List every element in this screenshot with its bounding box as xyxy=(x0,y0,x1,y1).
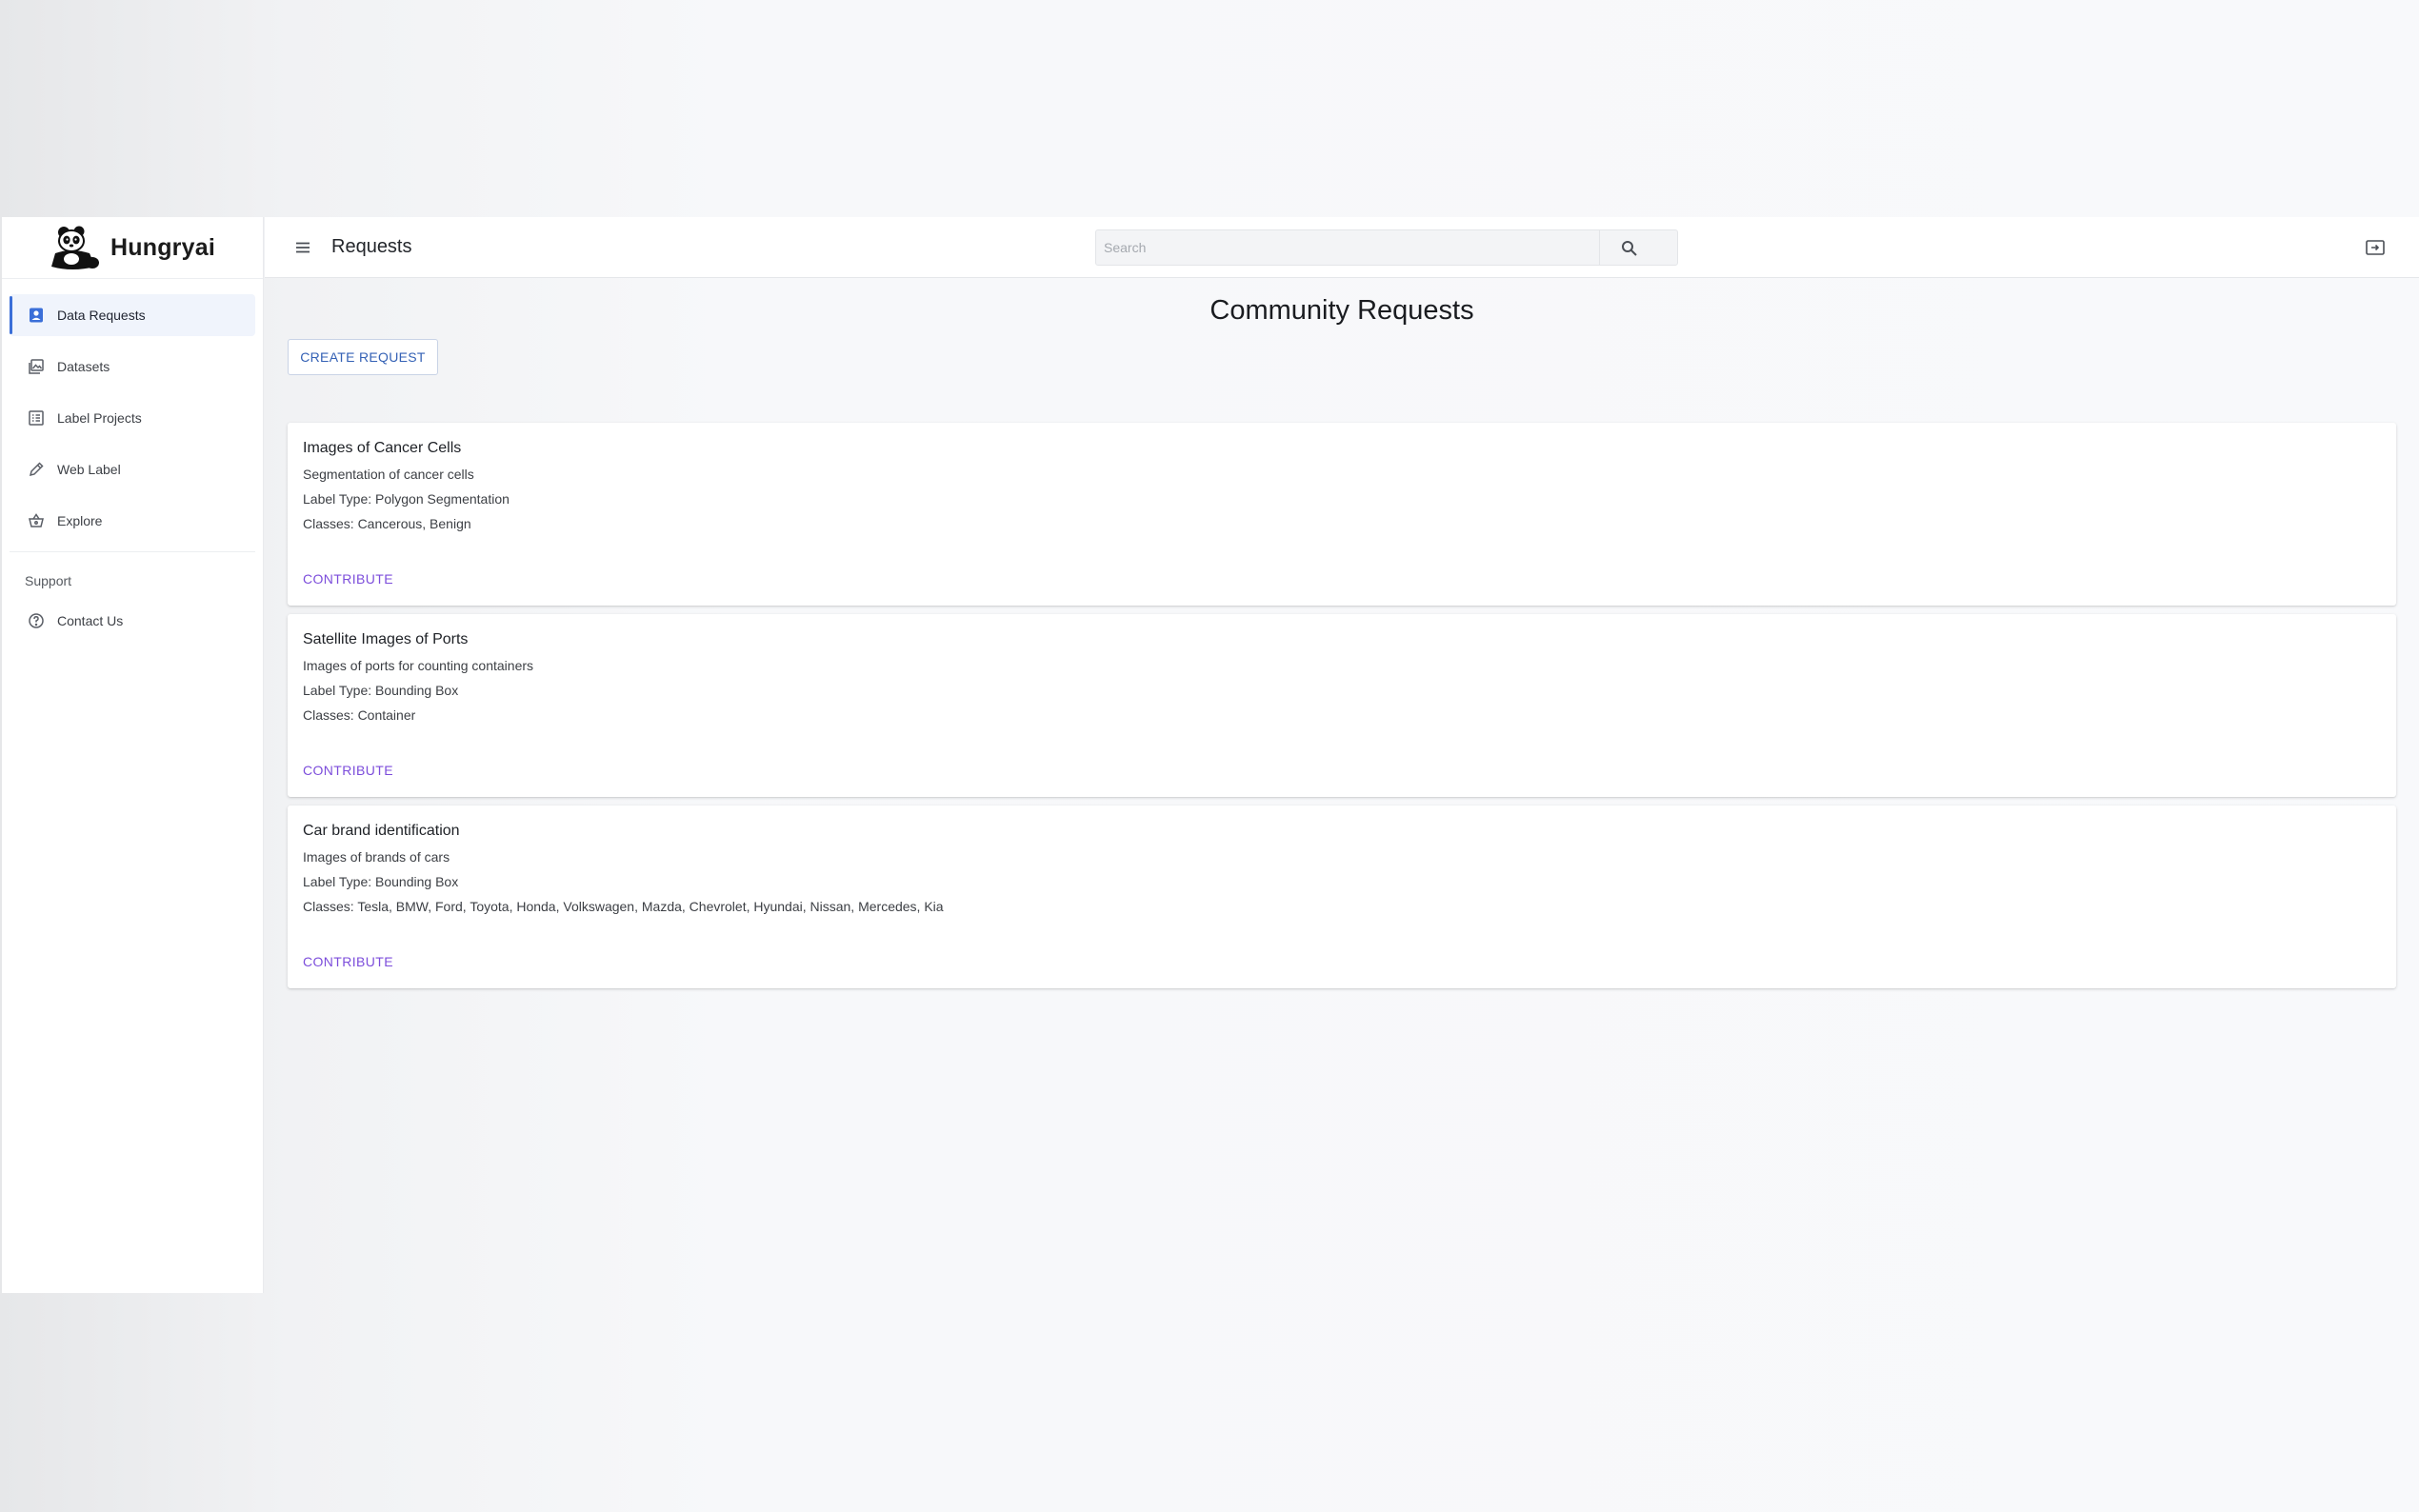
request-label-type: Label Type: Polygon Segmentation xyxy=(303,491,510,507)
sidebar-nav: Data Requests Datasets Label Projects We… xyxy=(2,279,263,542)
sidebar-item-label: Label Projects xyxy=(57,410,142,426)
person-badge-icon xyxy=(27,306,46,325)
sidebar-item-label: Web Label xyxy=(57,462,121,477)
request-card: Car brand identification Images of brand… xyxy=(288,806,2396,988)
contribute-button[interactable]: CONTRIBUTE xyxy=(303,763,393,778)
search-divider xyxy=(1599,230,1600,265)
basket-icon xyxy=(27,511,46,530)
contribute-button[interactable]: CONTRIBUTE xyxy=(303,571,393,587)
sidebar: Hungryai Data Requests Datasets Label Pr… xyxy=(2,217,264,1293)
sidebar-item-contact-us[interactable]: Contact Us xyxy=(10,600,255,642)
sidebar-item-explore[interactable]: Explore xyxy=(10,500,255,542)
sidebar-divider xyxy=(10,551,255,552)
request-title: Car brand identification xyxy=(303,823,460,839)
page-title: Requests xyxy=(331,236,412,257)
search-box xyxy=(1095,229,1678,266)
request-card: Satellite Images of Ports Images of port… xyxy=(288,614,2396,797)
pencil-icon xyxy=(27,460,46,479)
sidebar-item-label-projects[interactable]: Label Projects xyxy=(10,397,255,439)
create-request-button[interactable]: CREATE REQUEST xyxy=(288,339,438,375)
request-description: Images of ports for counting containers xyxy=(303,658,534,673)
request-classes: Classes: Cancerous, Benign xyxy=(303,516,471,531)
request-classes: Classes: Container xyxy=(303,707,416,723)
sidebar-item-datasets[interactable]: Datasets xyxy=(10,346,255,388)
request-card: Images of Cancer Cells Segmentation of c… xyxy=(288,423,2396,606)
request-title: Images of Cancer Cells xyxy=(303,440,462,456)
contribute-button[interactable]: CONTRIBUTE xyxy=(303,954,393,969)
top-bar: Requests xyxy=(265,217,2419,278)
hamburger-menu-icon[interactable] xyxy=(291,236,314,259)
request-description: Images of brands of cars xyxy=(303,849,450,865)
sidebar-item-label: Explore xyxy=(57,513,103,528)
search-icon[interactable] xyxy=(1620,239,1639,258)
sidebar-item-web-label[interactable]: Web Label xyxy=(10,448,255,490)
request-title: Satellite Images of Ports xyxy=(303,631,469,647)
support-section-label: Support xyxy=(25,573,72,588)
sidebar-item-label: Data Requests xyxy=(57,308,146,323)
request-label-type: Label Type: Bounding Box xyxy=(303,683,459,698)
panda-logo-icon xyxy=(51,226,100,269)
image-stack-icon xyxy=(27,357,46,376)
sidebar-item-label: Datasets xyxy=(57,359,110,374)
logout-icon[interactable] xyxy=(2364,236,2387,259)
sidebar-item-data-requests[interactable]: Data Requests xyxy=(10,294,255,336)
help-circle-icon xyxy=(27,611,46,630)
brand-name: Hungryai xyxy=(110,233,215,261)
app-window: Hungryai Data Requests Datasets Label Pr… xyxy=(0,217,2419,1512)
sidebar-item-label: Contact Us xyxy=(57,613,124,628)
list-icon xyxy=(27,408,46,428)
request-label-type: Label Type: Bounding Box xyxy=(303,874,459,889)
search-input[interactable] xyxy=(1104,234,1618,261)
brand-logo[interactable]: Hungryai xyxy=(2,217,263,279)
request-description: Segmentation of cancer cells xyxy=(303,467,474,482)
main-content: Community Requests CREATE REQUEST Images… xyxy=(265,278,2419,1512)
request-classes: Classes: Tesla, BMW, Ford, Toyota, Honda… xyxy=(303,899,944,914)
support-nav: Contact Us xyxy=(2,594,263,642)
page-heading: Community Requests xyxy=(1210,295,1474,326)
